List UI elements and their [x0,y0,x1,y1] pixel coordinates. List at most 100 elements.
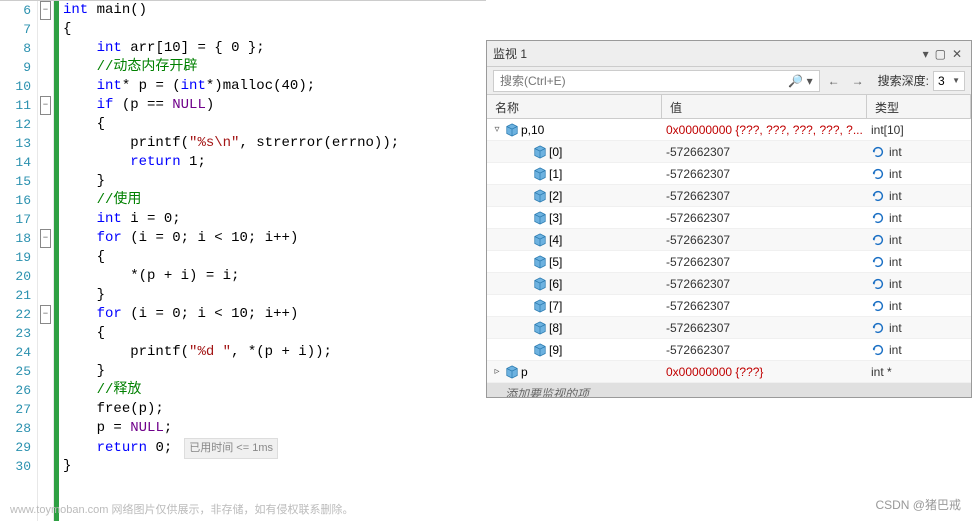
watch-cell-value[interactable]: -572662307 [662,277,867,291]
expander-icon[interactable]: ▹ [491,366,503,377]
code-line[interactable]: return 0;已用时间 <= 1ms [63,438,486,457]
chevron-down-icon[interactable]: ▼ [952,76,960,85]
code-line[interactable]: } [63,286,486,305]
code-line[interactable]: for (i = 0; i < 10; i++) [63,229,486,248]
watch-add-placeholder[interactable]: 添加要监视的项 [487,383,971,397]
search-input[interactable] [500,74,788,88]
watch-row[interactable]: [1]-572662307int [487,163,971,185]
watch-cell-value[interactable]: 0x00000000 {???, ???, ???, ???, ?... [662,123,867,137]
code-line[interactable]: if (p == NULL) [63,96,486,115]
fold-cell[interactable]: − [38,305,53,324]
fold-toggle-icon[interactable]: − [40,96,51,115]
code-line[interactable]: int arr[10] = { 0 }; [63,39,486,58]
code-editor: 6789101112131415161718192021222324252627… [0,0,486,521]
refresh-icon[interactable] [871,145,885,159]
refresh-icon[interactable] [871,211,885,225]
refresh-icon[interactable] [871,277,885,291]
nav-forward-icon[interactable]: → [848,74,868,88]
dropdown-icon[interactable]: ▾ [920,41,932,67]
fold-toggle-icon[interactable]: − [40,229,51,248]
code-line[interactable]: int* p = (int*)malloc(40); [63,77,486,96]
watch-cell-value[interactable]: -572662307 [662,321,867,335]
code-line[interactable]: //释放 [63,381,486,400]
code-line[interactable]: } [63,457,486,476]
watch-cell-value[interactable]: -572662307 [662,211,867,225]
watch-row[interactable]: [9]-572662307int [487,339,971,361]
watch-cell-name[interactable]: ▿ p,10 [487,123,662,137]
watch-cell-name[interactable]: [2] [487,189,662,203]
code-line[interactable]: { [63,248,486,267]
watch-cell-name[interactable]: [4] [487,233,662,247]
watch-row[interactable]: [3]-572662307int [487,207,971,229]
code-line[interactable]: printf("%d ", *(p + i)); [63,343,486,362]
code-line[interactable]: return 1; [63,153,486,172]
watch-row[interactable]: [5]-572662307int [487,251,971,273]
close-icon[interactable]: ✕ [949,41,965,67]
fold-toggle-icon[interactable]: − [40,305,51,324]
fold-cell[interactable]: − [38,229,53,248]
code-line[interactable]: //动态内存开辟 [63,58,486,77]
fold-cell[interactable]: − [38,96,53,115]
watch-cell-value[interactable]: -572662307 [662,343,867,357]
code-line[interactable]: *(p + i) = i; [63,267,486,286]
code-line[interactable]: for (i = 0; i < 10; i++) [63,305,486,324]
fold-toggle-icon[interactable]: − [40,1,51,20]
depth-input[interactable]: 3 ▼ [933,71,965,91]
watch-row[interactable]: [8]-572662307int [487,317,971,339]
code-line[interactable]: { [63,20,486,39]
watch-row[interactable]: [2]-572662307int [487,185,971,207]
code-line[interactable]: { [63,115,486,134]
refresh-icon[interactable] [871,321,885,335]
watch-cell-value[interactable]: -572662307 [662,189,867,203]
code-line[interactable]: int main() [63,1,486,20]
watch-cell-value[interactable]: -572662307 [662,299,867,313]
refresh-icon[interactable] [871,299,885,313]
watch-cell-name[interactable]: [5] [487,255,662,269]
refresh-icon[interactable] [871,233,885,247]
col-header-type[interactable]: 类型 [867,95,971,118]
code-area[interactable]: int main(){ int arr[10] = { 0 }; //动态内存开… [59,1,486,521]
refresh-icon[interactable] [871,167,885,181]
watch-row[interactable]: [0]-572662307int [487,141,971,163]
watch-cell-name[interactable]: [6] [487,277,662,291]
code-line[interactable]: { [63,324,486,343]
code-line[interactable]: int i = 0; [63,210,486,229]
maximize-icon[interactable]: ▢ [932,41,949,67]
refresh-icon[interactable] [871,255,885,269]
watch-cell-value[interactable]: -572662307 [662,255,867,269]
watch-cell-name[interactable]: [8] [487,321,662,335]
watch-row[interactable]: ▹ p0x00000000 {???}int * [487,361,971,383]
search-icon[interactable]: 🔎 ▾ [788,74,812,88]
watch-rows[interactable]: ▿ p,100x00000000 {???, ???, ???, ???, ?.… [487,119,971,397]
watch-cell-value[interactable]: -572662307 [662,145,867,159]
watch-row[interactable]: [7]-572662307int [487,295,971,317]
col-header-value[interactable]: 值 [662,95,867,118]
watch-cell-name[interactable]: [9] [487,343,662,357]
watch-cell-value[interactable]: -572662307 [662,167,867,181]
watch-cell-value[interactable]: 0x00000000 {???} [662,365,867,379]
watch-cell-name[interactable]: [3] [487,211,662,225]
code-line[interactable]: } [63,172,486,191]
code-line[interactable]: } [63,362,486,381]
watch-cell-name[interactable]: [0] [487,145,662,159]
watch-cell-value[interactable]: -572662307 [662,233,867,247]
refresh-icon[interactable] [871,343,885,357]
code-line[interactable]: printf("%s\n", strerror(errno)); [63,134,486,153]
nav-back-icon[interactable]: ← [824,74,844,88]
code-line[interactable]: //使用 [63,191,486,210]
watch-cell-name[interactable]: [1] [487,167,662,181]
code-line[interactable]: p = NULL; [63,419,486,438]
col-header-name[interactable]: 名称 [487,95,662,118]
search-box[interactable]: 🔎 ▾ [493,70,820,92]
watch-row[interactable]: [4]-572662307int [487,229,971,251]
refresh-icon[interactable] [871,189,885,203]
expander-icon[interactable]: ▿ [491,124,503,135]
watch-row[interactable]: ▿ p,100x00000000 {???, ???, ???, ???, ?.… [487,119,971,141]
code-line[interactable]: free(p); [63,400,486,419]
line-number-gutter: 6789101112131415161718192021222324252627… [0,1,38,521]
watch-cell-name[interactable]: [7] [487,299,662,313]
watch-cell-name[interactable]: ▹ p [487,365,662,379]
watch-row[interactable]: [6]-572662307int [487,273,971,295]
watch-titlebar[interactable]: 监视 1 ▾ ▢ ✕ [487,41,971,67]
fold-cell[interactable]: − [38,1,53,20]
